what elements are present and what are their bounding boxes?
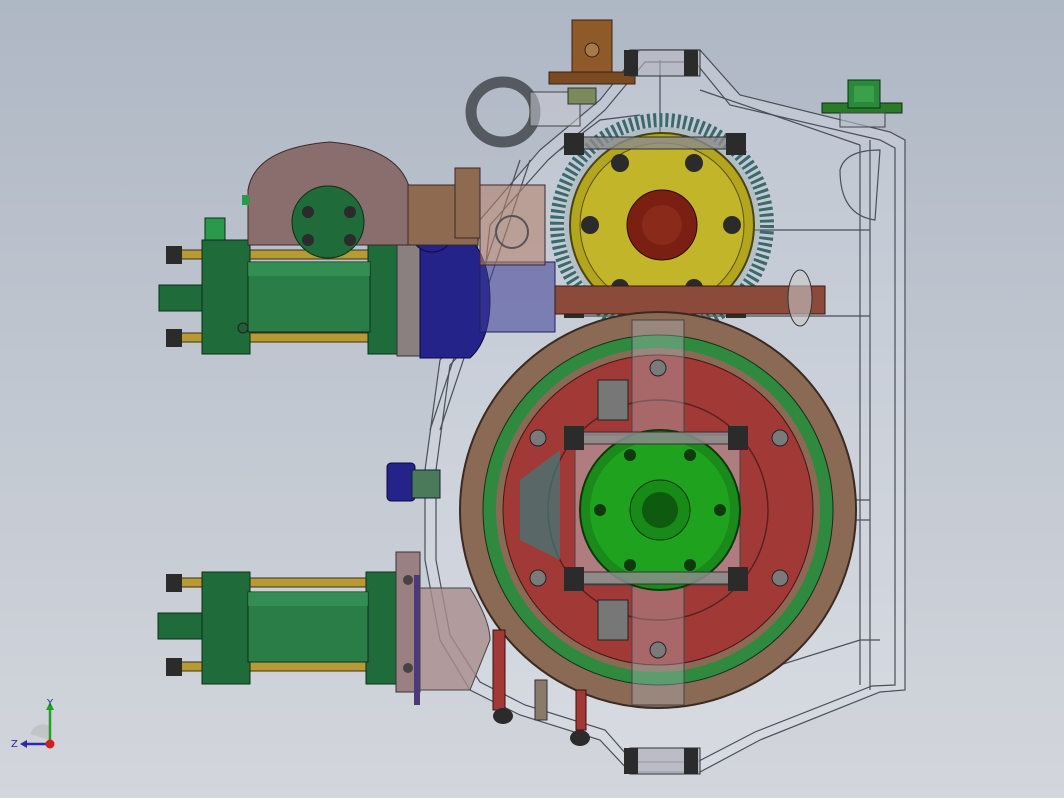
axis-z-label: Z: [11, 739, 18, 750]
coordinate-triad: Y Z: [11, 698, 55, 750]
nut-icon: [166, 329, 182, 347]
cad-viewport[interactable]: Y Z: [0, 0, 1064, 798]
nut-icon: [166, 574, 182, 592]
triad-plane-icon: [30, 724, 50, 740]
axis-y-label: Y: [46, 698, 54, 709]
nut-icon: [166, 246, 182, 264]
nut-icon: [166, 658, 182, 676]
hub-assembly[interactable]: [574, 429, 741, 591]
gearbox-assembly-model[interactable]: [0, 0, 1064, 798]
axis-x-icon: [45, 739, 55, 749]
